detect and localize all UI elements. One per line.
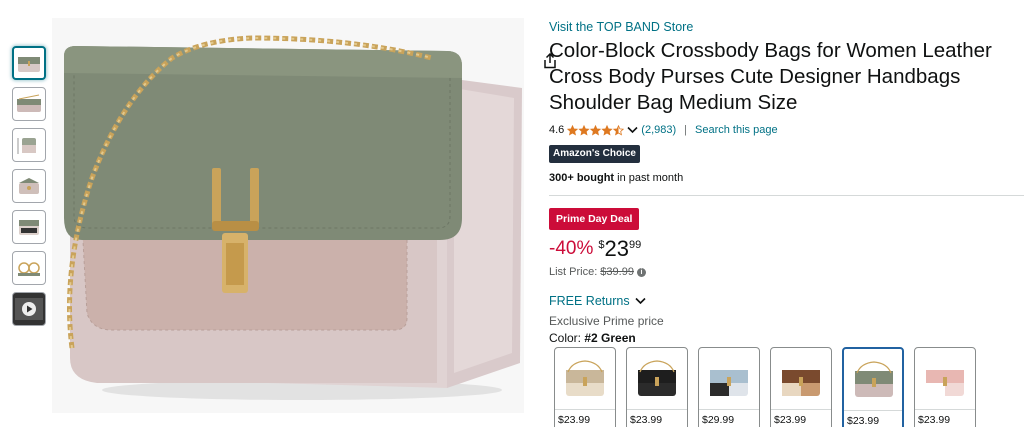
swatch-price: $29.99 (702, 414, 735, 426)
thumbnail-5[interactable] (12, 210, 46, 244)
list-price-label: List Price: (549, 266, 598, 278)
star-icon (590, 124, 602, 136)
price-fraction: 99 (628, 239, 642, 251)
color-swatch[interactable]: $23.99 (770, 347, 832, 427)
price-whole: 23 (604, 236, 629, 261)
thumbnail-rail (12, 46, 46, 333)
chevron-down-icon[interactable] (635, 297, 646, 305)
list-price-row: List Price: $39.99 i (549, 265, 1024, 279)
swatch-image (630, 353, 684, 405)
color-selection-label: Color: #2 Green (549, 330, 1024, 346)
swatch-image (558, 353, 612, 405)
swatch-price: $23.99 (558, 414, 591, 426)
swatch-divider (555, 409, 615, 410)
star-icon (578, 124, 590, 136)
discount-percent: -40% (549, 238, 594, 259)
thumbnail-4[interactable] (12, 169, 46, 203)
color-swatch[interactable]: $23.99 (626, 347, 688, 427)
main-product-image[interactable] (52, 18, 563, 413)
bought-count: 300+ bought (549, 172, 615, 184)
swatch-divider (699, 409, 759, 410)
separator: | (684, 124, 688, 136)
swatch-image (918, 353, 972, 405)
swatch-image (847, 354, 901, 406)
color-swatch-selected[interactable]: $23.99 (842, 347, 904, 427)
swatch-divider (771, 409, 831, 410)
rating-row: 4.6 (2,983) | Search this page (549, 122, 1024, 138)
free-returns-link[interactable]: FREE Returns (549, 294, 630, 308)
half-star-icon (613, 124, 625, 136)
search-this-page-link[interactable]: Search this page (695, 124, 778, 136)
selected-color-value: #2 Green (584, 331, 636, 345)
star-rating[interactable] (567, 124, 625, 136)
free-returns-row[interactable]: FREE Returns (549, 293, 1024, 309)
swatch-price: $23.99 (774, 414, 807, 426)
color-swatch[interactable]: $23.99 (554, 347, 616, 427)
price-row: -40% $ 23 99 (549, 237, 1024, 261)
color-swatches: $23.99 $23.99 $29.99 $23.99 $23.99 $23.9 (554, 347, 976, 427)
swatch-divider (627, 409, 687, 410)
rating-value: 4.6 (549, 124, 565, 136)
bought-in-past-month: 300+ bought in past month (549, 171, 1024, 185)
swatch-price: $23.99 (918, 414, 951, 426)
section-divider (549, 195, 1024, 196)
product-title: Color-Block Crossbody Bags for Women Lea… (549, 39, 992, 114)
prime-day-deal-badge: Prime Day Deal (549, 208, 640, 230)
thumbnail-6[interactable] (12, 251, 46, 285)
rating-count-link[interactable]: (2,983) (641, 124, 676, 136)
chevron-down-icon[interactable] (627, 124, 639, 136)
thumbnail-video[interactable] (12, 292, 46, 326)
color-swatch[interactable]: $29.99 (698, 347, 760, 427)
thumbnail-1[interactable] (12, 46, 46, 80)
swatch-divider (844, 410, 902, 411)
swatch-price: $23.99 (847, 415, 880, 427)
bought-suffix: in past month (614, 172, 684, 184)
product-info: Visit the TOP BAND Store Color-Block Cro… (549, 18, 1024, 346)
thumbnail-2[interactable] (12, 87, 46, 121)
swatch-image (774, 353, 828, 405)
amazons-choice-badge[interactable]: Amazon's Choice (549, 145, 640, 163)
exclusive-prime-price: Exclusive Prime price (549, 314, 664, 328)
swatch-divider (915, 409, 975, 410)
color-label: Color: (549, 331, 585, 345)
thumbnail-3[interactable] (12, 128, 46, 162)
list-price-value: $39.99 (600, 266, 634, 278)
store-link[interactable]: Visit the TOP BAND Store (549, 18, 1024, 36)
color-swatch[interactable]: $23.99 (914, 347, 976, 427)
star-icon (567, 124, 579, 136)
swatch-image (702, 353, 756, 405)
star-icon (601, 124, 613, 136)
info-icon[interactable]: i (636, 267, 646, 277)
swatch-price: $23.99 (630, 414, 663, 426)
